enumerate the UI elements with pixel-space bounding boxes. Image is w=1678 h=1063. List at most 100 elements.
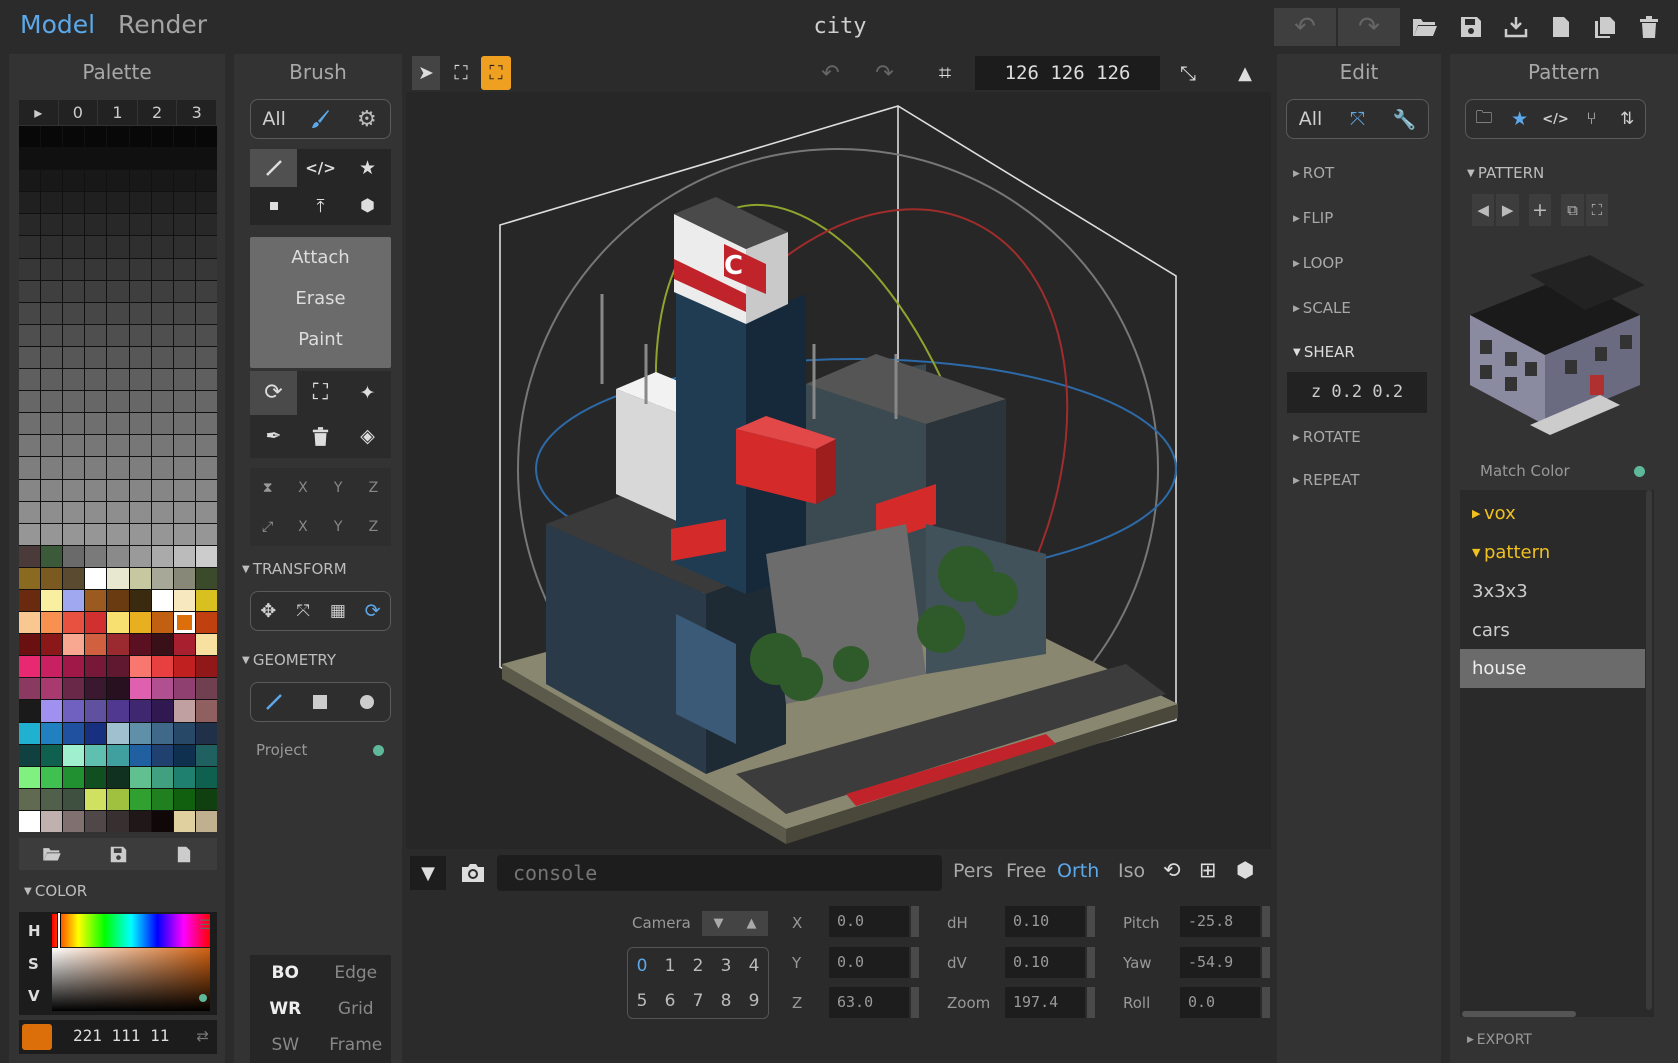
tree-item-cars[interactable]: cars	[1460, 611, 1645, 650]
palette-swatch[interactable]	[41, 435, 63, 457]
palette-swatch[interactable]	[63, 700, 85, 722]
palette-swatch[interactable]	[41, 236, 63, 258]
palette-swatch[interactable]	[19, 126, 41, 148]
palette-swatch[interactable]	[129, 766, 151, 788]
palette-swatch[interactable]	[195, 126, 217, 148]
palette-open-button[interactable]	[19, 838, 85, 870]
mirror-y[interactable]: Y	[321, 468, 356, 507]
palette-swatch[interactable]	[41, 722, 63, 744]
palette-swatch[interactable]	[19, 810, 41, 832]
palette-swatch[interactable]	[107, 612, 129, 634]
magic-wand-button[interactable]: ✦	[344, 371, 391, 415]
palette-swatch[interactable]	[173, 413, 195, 435]
palette-swatch[interactable]	[195, 545, 217, 567]
voxel-scene[interactable]: C	[406, 54, 1271, 849]
camera-dv-field[interactable]: 0.10	[1005, 947, 1095, 978]
shear-value-field[interactable]: z 0.2 0.2	[1287, 372, 1427, 413]
palette-swatch[interactable]	[151, 258, 173, 280]
palette-swatch-grid[interactable]	[19, 126, 217, 832]
camera-slot[interactable]: 8	[712, 983, 740, 1018]
palette-swatch[interactable]	[41, 656, 63, 678]
palette-swatch[interactable]	[85, 236, 107, 258]
palette-swatch[interactable]	[151, 457, 173, 479]
palette-swatch[interactable]	[151, 810, 173, 832]
palette-swatch[interactable]	[129, 567, 151, 589]
pattern-copy-button[interactable]: ⧉	[1561, 194, 1584, 226]
palette-swatch[interactable]	[151, 126, 173, 148]
rgb-value[interactable]: 221 111 11	[73, 1026, 169, 1045]
palette-swatch[interactable]	[195, 413, 217, 435]
palette-swatch[interactable]	[129, 523, 151, 545]
palette-swatch[interactable]	[173, 700, 195, 722]
mode-erase[interactable]: Erase	[250, 288, 391, 309]
palette-swatch[interactable]	[107, 126, 129, 148]
palette-swatch[interactable]	[107, 280, 129, 302]
palette-swatch[interactable]	[63, 324, 85, 346]
palette-swatch[interactable]	[195, 192, 217, 214]
palette-swatch[interactable]	[173, 678, 195, 700]
palette-swatch[interactable]	[173, 501, 195, 523]
palette-swatch[interactable]	[19, 258, 41, 280]
refresh-button[interactable]: ⟳	[250, 371, 297, 415]
palette-swatch[interactable]	[107, 744, 129, 766]
palette-swatch[interactable]	[195, 810, 217, 832]
geometry-line-button[interactable]	[251, 683, 297, 721]
palette-swatch[interactable]	[129, 214, 151, 236]
palette-swatch[interactable]	[151, 567, 173, 589]
camera-roll-field[interactable]: 0.0	[1180, 987, 1270, 1018]
palette-swatch[interactable]	[85, 324, 107, 346]
palette-swatch[interactable]	[129, 744, 151, 766]
camera-next-button[interactable]: ▲	[735, 911, 768, 936]
camera-slot[interactable]: 0	[628, 948, 656, 983]
palette-swatch[interactable]	[63, 192, 85, 214]
console-input[interactable]	[497, 855, 942, 891]
pattern-filter-folder[interactable]: 🗀	[1466, 100, 1502, 138]
palette-swatch[interactable]	[63, 788, 85, 810]
palette-swatch[interactable]	[63, 369, 85, 391]
palette-swatch[interactable]	[173, 369, 195, 391]
palette-swatch[interactable]	[85, 567, 107, 589]
palette-swatch[interactable]	[129, 435, 151, 457]
palette-tab-2[interactable]: 2	[138, 100, 178, 125]
palette-swatch[interactable]	[173, 788, 195, 810]
camera-slot[interactable]: 2	[684, 948, 712, 983]
palette-swatch[interactable]	[173, 148, 195, 170]
hsv-picker[interactable]: H S V ☰	[19, 912, 217, 1015]
palette-swatch[interactable]	[129, 346, 151, 369]
tree-vertical-scrollbar[interactable]	[1646, 490, 1652, 1010]
palette-swatch[interactable]	[195, 744, 217, 766]
palette-swatch[interactable]	[85, 612, 107, 634]
new-file-button[interactable]	[1546, 12, 1576, 42]
palette-swatch[interactable]	[85, 766, 107, 788]
pattern-add-button[interactable]: +	[1528, 194, 1552, 226]
palette-swatch[interactable]	[129, 810, 151, 832]
palette-swatch[interactable]	[63, 148, 85, 170]
palette-swatch[interactable]	[19, 722, 41, 744]
palette-swatch[interactable]	[63, 678, 85, 700]
palette-swatch[interactable]	[195, 324, 217, 346]
palette-swatch[interactable]	[151, 192, 173, 214]
palette-swatch[interactable]	[129, 280, 151, 302]
palette-swatch[interactable]	[195, 435, 217, 457]
palette-swatch[interactable]	[129, 413, 151, 435]
palette-swatch[interactable]	[19, 324, 41, 346]
palette-swatch[interactable]	[129, 236, 151, 258]
palette-swatch[interactable]	[195, 501, 217, 523]
palette-swatch[interactable]	[107, 788, 129, 810]
palette-swatch[interactable]	[19, 192, 41, 214]
palette-swatch[interactable]	[85, 810, 107, 832]
palette-swatch[interactable]	[41, 479, 63, 501]
palette-swatch[interactable]	[41, 192, 63, 214]
palette-swatch[interactable]	[41, 678, 63, 700]
palette-swatch[interactable]	[195, 766, 217, 788]
edit-scale[interactable]: SCALE	[1293, 299, 1351, 317]
palette-swatch[interactable]	[41, 810, 63, 832]
projection-iso[interactable]: Iso	[1118, 860, 1145, 882]
palette-swatch[interactable]	[173, 810, 195, 832]
palette-swatch[interactable]	[85, 700, 107, 722]
palette-swatch[interactable]	[63, 280, 85, 302]
palette-swatch[interactable]	[63, 391, 85, 413]
palette-swatch[interactable]	[173, 722, 195, 744]
palette-swatch[interactable]	[41, 126, 63, 148]
viewport-undo-button[interactable]: ↶	[808, 56, 853, 90]
